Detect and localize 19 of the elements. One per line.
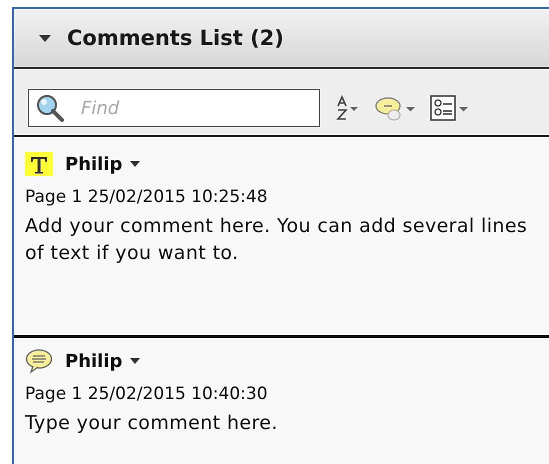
panel-title: Comments List (2) xyxy=(67,26,284,50)
comment-meta: Page 1 25/02/2015 10:25:48 xyxy=(25,187,269,207)
speech-bubble-icon xyxy=(25,348,53,374)
text-highlight-icon xyxy=(25,152,53,176)
speech-bubble-filter-icon[interactable] xyxy=(374,95,416,121)
author-menu[interactable]: Philip xyxy=(65,154,122,174)
collapse-caret-icon[interactable] xyxy=(39,32,51,44)
caret-icon[interactable] xyxy=(130,161,140,167)
caret-icon[interactable] xyxy=(130,358,140,364)
search-field[interactable]: Find xyxy=(28,89,320,127)
search-icon xyxy=(35,93,65,123)
comment-card[interactable]: Philip Page 1 25/02/2015 10:40:30 Type your comment here. xyxy=(14,335,549,437)
comment-card[interactable]: Philip Page 1 25/02/2015 10:25:48 Add your comment here. You can add several lines of text if you want to. xyxy=(14,137,549,335)
comment-meta: Page 1 25/02/2015 10:40:30 xyxy=(25,384,269,404)
author-menu[interactable]: Philip xyxy=(65,350,122,372)
comment-text: Add your comment here. You can add several lines of text if you want to. xyxy=(25,214,528,266)
list-options-icon[interactable] xyxy=(430,95,470,121)
comment-text: Type your comment here. xyxy=(25,411,279,436)
sort-icon[interactable] xyxy=(334,95,360,121)
